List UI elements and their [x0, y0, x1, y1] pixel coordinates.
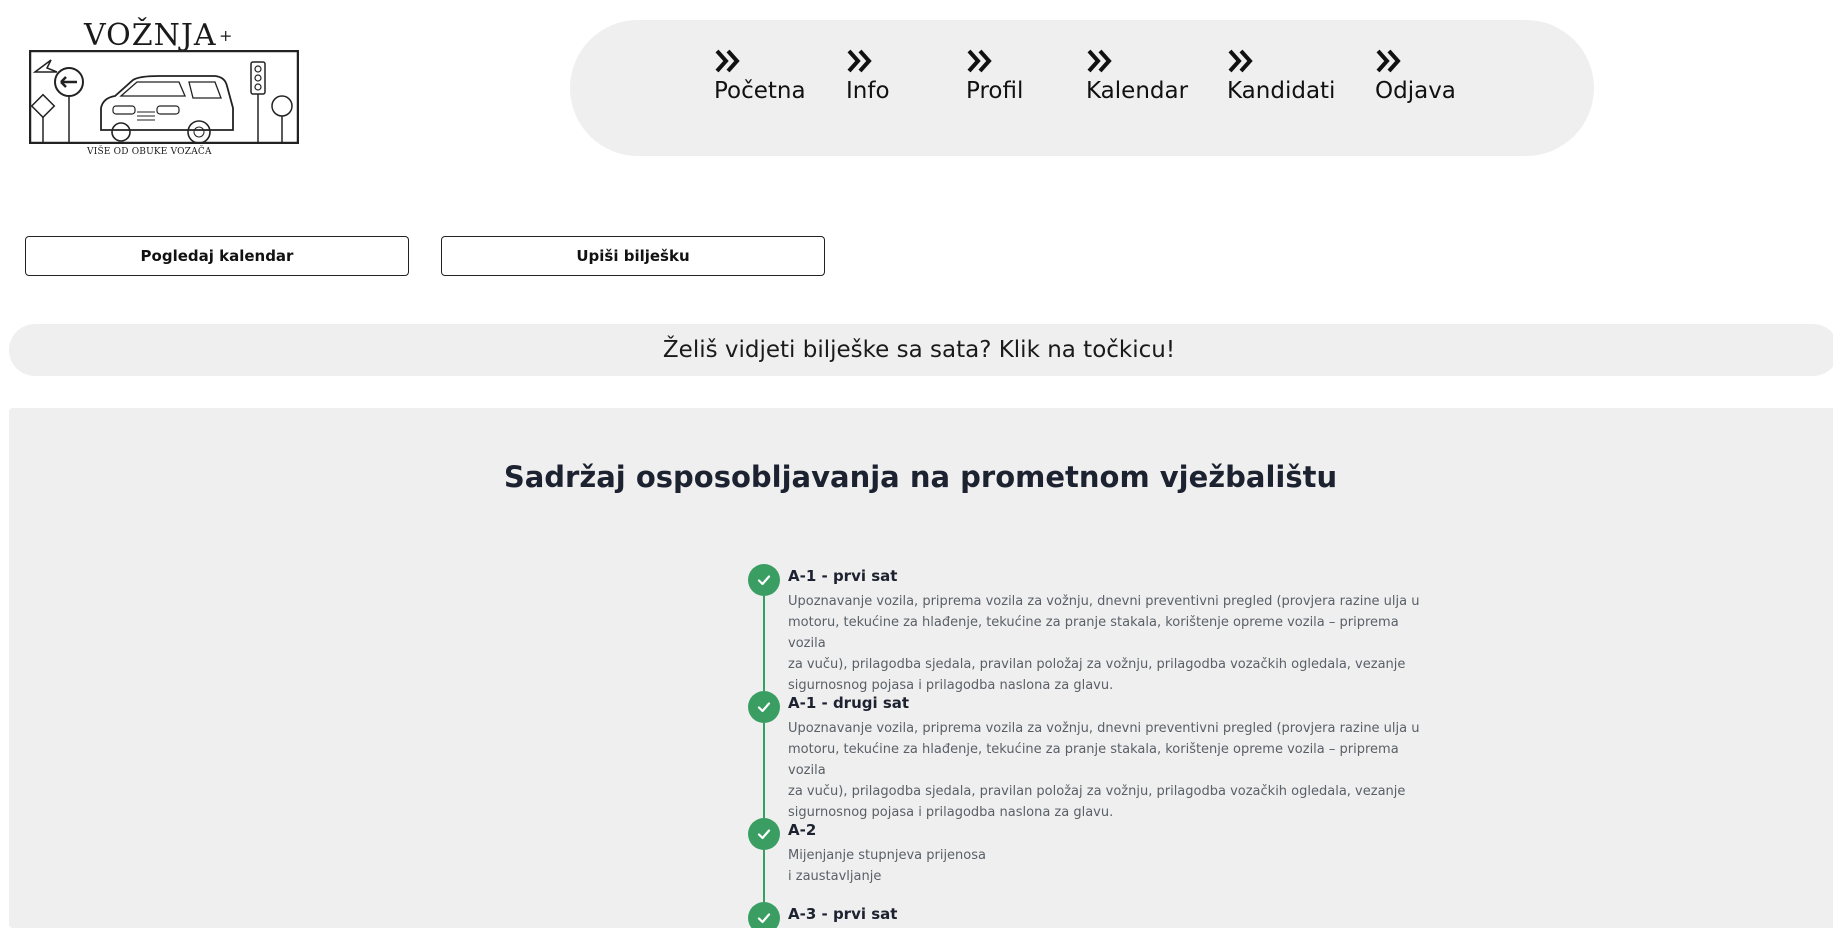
nav-label: Kandidati	[1227, 78, 1336, 104]
logo-car-illustration	[29, 50, 299, 144]
logo-subtitle: VIŠE OD OBUKE VOZAČA	[87, 147, 212, 157]
double-chevron-right-icon	[1228, 49, 1253, 73]
training-content-panel: Sadržaj osposobljavanja na prometnom vje…	[9, 408, 1833, 928]
notes-hint-banner: Želiš vidjeti bilješke sa sata? Klik na …	[9, 324, 1833, 376]
completed-check-icon[interactable]	[748, 818, 780, 850]
double-chevron-right-icon	[1087, 49, 1112, 73]
timeline-item-title: A-3 - prvi sat	[788, 905, 898, 923]
nav-item-kandidati[interactable]: Kandidati	[1227, 48, 1335, 104]
double-chevron-right-icon	[1376, 49, 1401, 73]
double-chevron-right-icon	[715, 49, 740, 73]
timeline-item-description: Upoznavanje vozila, priprema vozila za v…	[788, 721, 1420, 820]
nav-item-odjava[interactable]: Odjava	[1375, 48, 1456, 104]
completed-check-icon[interactable]	[748, 902, 780, 928]
timeline-item-description: Mijenjanje stupnjeva prijenosa i zaustav…	[788, 848, 986, 884]
timeline-item-description: Upoznavanje vozila, priprema vozila za v…	[788, 594, 1420, 693]
nav-label: Profil	[966, 78, 1024, 104]
timeline-connector	[763, 596, 765, 691]
main-nav: Početna Info Profil Kalendar Kandidati O…	[570, 20, 1594, 156]
timeline-connector	[763, 723, 765, 818]
timeline-item-title: A-1 - drugi sat	[788, 694, 910, 712]
timeline-connector	[763, 850, 765, 902]
double-chevron-right-icon	[847, 49, 872, 73]
page-title: Sadržaj osposobljavanja na prometnom vje…	[503, 460, 1338, 494]
logo-plus: +	[219, 26, 233, 45]
view-calendar-button[interactable]: Pogledaj kalendar	[25, 236, 409, 276]
timeline-item-title: A-1 - prvi sat	[788, 567, 898, 585]
timeline-item-title: A-2	[788, 821, 817, 839]
timeline-item: A-3 - prvi sat	[748, 902, 1428, 928]
notes-hint-text: Želiš vidjeti bilješke sa sata? Klik na …	[662, 337, 1176, 363]
timeline-item: A-2 Mijenjanje stupnjeva prijenosa i zau…	[748, 818, 1428, 902]
timeline-item: A-1 - drugi sat Upoznavanje vozila, prip…	[748, 691, 1428, 820]
nav-item-pocetna[interactable]: Početna	[714, 48, 806, 104]
timeline-item: A-1 - prvi sat Upoznavanje vozila, pripr…	[748, 564, 1428, 693]
completed-check-icon[interactable]	[748, 691, 780, 723]
training-timeline: A-1 - prvi sat Upoznavanje vozila, pripr…	[748, 564, 1428, 928]
site-logo[interactable]: VOŽNJA + VIŠE OD OBUKE VOZAČA	[29, 18, 301, 163]
nav-item-kalendar[interactable]: Kalendar	[1086, 48, 1188, 104]
logo-title: VOŽNJA	[84, 18, 217, 53]
nav-label: Kalendar	[1086, 78, 1189, 104]
write-note-button[interactable]: Upiši bilješku	[441, 236, 825, 276]
nav-label: Odjava	[1375, 78, 1456, 104]
nav-label: Info	[846, 78, 890, 104]
double-chevron-right-icon	[967, 49, 992, 73]
nav-item-info[interactable]: Info	[846, 48, 890, 104]
nav-item-profil[interactable]: Profil	[966, 48, 1023, 104]
completed-check-icon[interactable]	[748, 564, 780, 596]
nav-label: Početna	[714, 78, 806, 104]
